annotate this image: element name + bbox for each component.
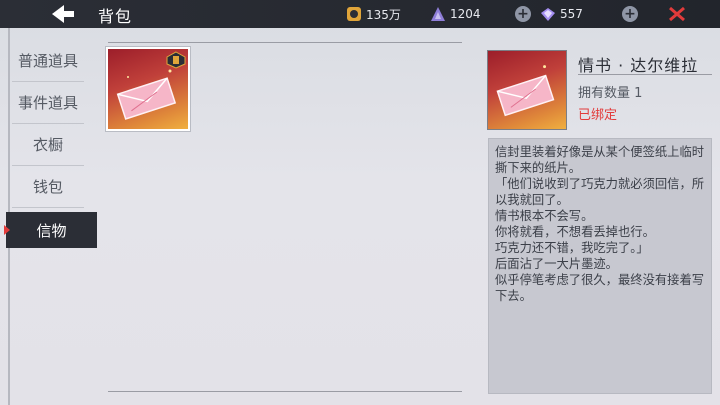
diamond-counter: 557 bbox=[540, 4, 583, 24]
item-slot-love-letter[interactable] bbox=[106, 47, 190, 131]
add-diamond-button[interactable]: + bbox=[622, 6, 638, 22]
triangle-amount: 1204 bbox=[450, 7, 481, 21]
page-title: 背包 bbox=[98, 7, 133, 26]
back-arrow-icon[interactable] bbox=[48, 3, 76, 25]
diamond-icon bbox=[541, 8, 555, 21]
item-description: 信封里装着好像是从某个便签纸上临时撕下来的纸片。 「他们说收到了巧克力就必须回信… bbox=[495, 145, 705, 303]
tab-keepsakes[interactable]: 信物 bbox=[4, 212, 97, 248]
close-icon[interactable] bbox=[668, 6, 686, 22]
triangle-counter: 1204 bbox=[430, 4, 481, 24]
diamond-amount: 557 bbox=[560, 7, 583, 21]
item-quantity: 拥有数量 1 bbox=[578, 86, 643, 101]
item-badge-icon bbox=[166, 51, 186, 69]
name-divider bbox=[578, 74, 712, 75]
tab-event-items[interactable]: 事件道具 bbox=[12, 82, 84, 124]
triangle-crystal-icon bbox=[431, 7, 445, 21]
detail-item-image bbox=[487, 50, 567, 130]
tab-wardrobe[interactable]: 衣橱 bbox=[12, 124, 84, 166]
item-description-box: 信封里装着好像是从某个便签纸上临时撕下来的纸片。 「他们说收到了巧克力就必须回信… bbox=[488, 138, 712, 394]
gold-coin-icon bbox=[347, 7, 361, 21]
gold-counter: 135万 bbox=[346, 4, 401, 24]
gold-amount: 135万 bbox=[366, 7, 401, 22]
grid-divider-top bbox=[108, 42, 462, 43]
top-bar: 背包 135万 1204 + 557 + bbox=[0, 0, 720, 28]
love-letter-icon bbox=[496, 65, 555, 117]
bound-status: 已绑定 bbox=[578, 108, 618, 123]
item-name: 情书 · 达尔维拉 bbox=[578, 56, 699, 75]
add-triangle-button[interactable]: + bbox=[515, 6, 531, 22]
tab-wallet[interactable]: 钱包 bbox=[12, 166, 84, 208]
grid-divider-bottom bbox=[108, 391, 462, 392]
tab-normal-items[interactable]: 普通道具 bbox=[12, 40, 84, 82]
category-sidebar: 普通道具 事件道具 衣橱 钱包 信物 bbox=[0, 40, 97, 248]
